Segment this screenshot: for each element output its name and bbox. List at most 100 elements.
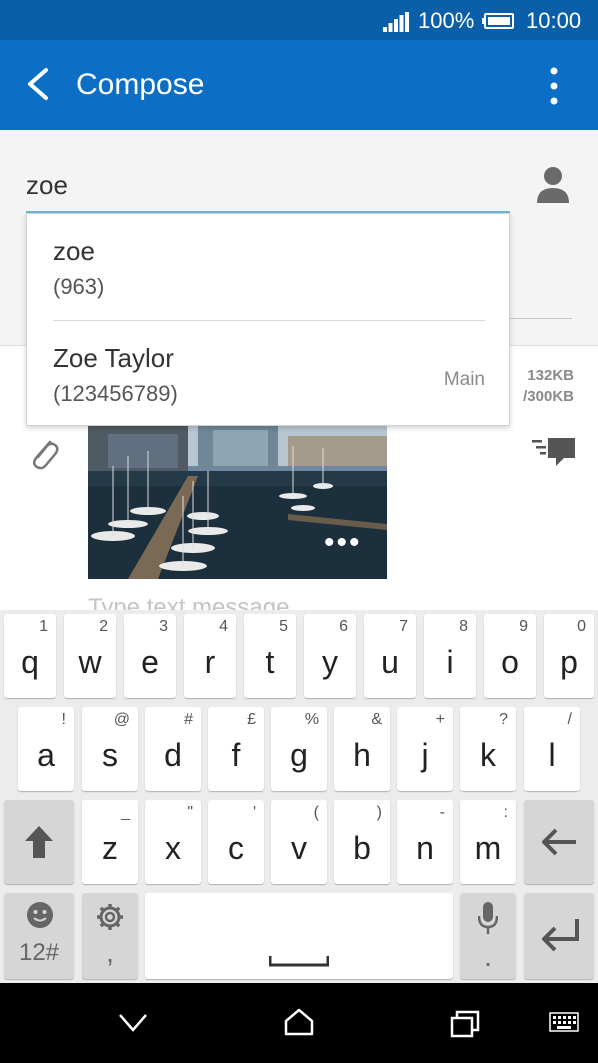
key-h[interactable]: & h bbox=[334, 707, 390, 791]
key-l[interactable]: / l bbox=[524, 707, 580, 791]
key-label: w bbox=[78, 644, 102, 680]
key-q[interactable]: 1q bbox=[4, 614, 56, 698]
shift-key[interactable] bbox=[4, 800, 74, 884]
clock: 10:00 bbox=[526, 8, 582, 33]
key-i[interactable]: 8i bbox=[424, 614, 476, 698]
key-hint: " bbox=[187, 804, 193, 821]
key-label: j bbox=[421, 737, 429, 773]
key-k[interactable]: ? k bbox=[460, 707, 516, 791]
subject-divider bbox=[510, 318, 572, 319]
symbols-key[interactable]: 12# bbox=[4, 893, 74, 979]
nav-back-icon[interactable] bbox=[118, 1013, 148, 1033]
status-bar: 100% 10:00 bbox=[0, 0, 598, 40]
key-hint: + bbox=[435, 711, 445, 728]
key-m[interactable]: :m bbox=[460, 800, 516, 884]
battery-icon bbox=[482, 13, 514, 29]
key-hint: _ bbox=[121, 804, 130, 821]
key-t[interactable]: 5t bbox=[244, 614, 296, 698]
settings-comma-key[interactable]: , bbox=[82, 893, 138, 979]
key-g[interactable]: % g bbox=[271, 707, 327, 791]
key-label: f bbox=[231, 737, 241, 773]
suggestion-item[interactable]: zoe (963) bbox=[27, 214, 511, 320]
key-label: k bbox=[480, 737, 496, 773]
key-hint: : bbox=[503, 804, 508, 821]
period-label: . bbox=[484, 941, 492, 972]
key-hint: & bbox=[371, 711, 382, 728]
key-hint: @ bbox=[113, 711, 130, 728]
nav-home-icon[interactable] bbox=[284, 1008, 314, 1036]
size-used: 132KB bbox=[527, 367, 574, 384]
key-v[interactable]: (v bbox=[271, 800, 327, 884]
key-a[interactable]: ! a bbox=[18, 707, 74, 791]
key-label: b bbox=[353, 830, 371, 866]
paperclip-icon[interactable] bbox=[28, 434, 60, 472]
suggestion-name: zoe bbox=[53, 236, 95, 266]
enter-key[interactable] bbox=[524, 893, 594, 979]
shift-arrow-icon bbox=[25, 826, 53, 858]
key-label: d bbox=[164, 737, 182, 773]
key-label: y bbox=[322, 644, 338, 680]
voice-period-key[interactable]: . bbox=[460, 893, 516, 979]
suggestion-number: (123456789) bbox=[53, 381, 178, 406]
key-label: n bbox=[416, 830, 434, 866]
key-hint: / bbox=[567, 711, 572, 728]
key-r[interactable]: 4r bbox=[184, 614, 236, 698]
size-limit: /300KB bbox=[523, 388, 574, 405]
key-hint: 0 bbox=[577, 618, 586, 635]
app-bar: Compose bbox=[0, 40, 598, 130]
key-hint: 2 bbox=[99, 618, 108, 635]
key-hint: 9 bbox=[519, 618, 528, 635]
key-hint: ( bbox=[313, 804, 319, 821]
message-size-counter: 132KB /300KB bbox=[516, 365, 574, 407]
key-label: r bbox=[204, 644, 216, 680]
more-vert-icon[interactable] bbox=[544, 66, 564, 106]
attached-photo[interactable]: ••• bbox=[88, 426, 387, 579]
key-s[interactable]: @ s bbox=[82, 707, 138, 791]
keyboard: 1q 2w 3e 4r 5t 6y 7u 8i 9o 0p ! a @ s # d £… bbox=[0, 610, 598, 983]
key-label: z bbox=[102, 830, 118, 866]
message-type-icon[interactable] bbox=[532, 436, 576, 468]
nav-recents-icon[interactable] bbox=[450, 1010, 480, 1038]
suggestion-item[interactable]: Zoe Taylor (123456789) Main bbox=[27, 321, 511, 427]
key-label: m bbox=[474, 830, 502, 866]
key-o[interactable]: 9o bbox=[484, 614, 536, 698]
key-label: g bbox=[290, 737, 308, 773]
contact-person-icon[interactable] bbox=[536, 166, 570, 204]
backspace-key[interactable] bbox=[524, 800, 594, 884]
space-bar-icon bbox=[269, 956, 329, 967]
key-d[interactable]: # d bbox=[145, 707, 201, 791]
key-j[interactable]: + j bbox=[397, 707, 453, 791]
key-hint: 7 bbox=[399, 618, 408, 635]
key-e[interactable]: 3e bbox=[124, 614, 176, 698]
key-n[interactable]: -n bbox=[397, 800, 453, 884]
attachment-more-icon[interactable]: ••• bbox=[324, 528, 362, 558]
key-label: t bbox=[265, 644, 275, 680]
back-arrow-icon[interactable] bbox=[24, 66, 52, 102]
key-label: o bbox=[501, 644, 519, 680]
key-c[interactable]: ' c bbox=[208, 800, 264, 884]
key-w[interactable]: 2w bbox=[64, 614, 116, 698]
signal-icon bbox=[383, 12, 409, 32]
key-p[interactable]: 0p bbox=[544, 614, 594, 698]
keyboard-icon[interactable] bbox=[549, 1012, 579, 1032]
symbols-label: 12# bbox=[18, 939, 60, 966]
suggestion-type: Main bbox=[443, 369, 485, 390]
microphone-icon bbox=[478, 902, 498, 934]
key-u[interactable]: 7u bbox=[364, 614, 416, 698]
key-f[interactable]: £ f bbox=[208, 707, 264, 791]
key-hint: 4 bbox=[219, 618, 228, 635]
key-label: a bbox=[37, 737, 55, 773]
key-label: c bbox=[228, 830, 244, 866]
key-label: u bbox=[381, 644, 399, 680]
backspace-icon bbox=[542, 828, 576, 856]
key-z[interactable]: _ z bbox=[82, 800, 138, 884]
key-label: p bbox=[560, 644, 578, 680]
key-hint: 8 bbox=[459, 618, 468, 635]
recipient-input[interactable]: zoe bbox=[26, 170, 68, 201]
key-label: x bbox=[165, 830, 181, 866]
key-label: h bbox=[353, 737, 371, 773]
key-b[interactable]: ) b bbox=[334, 800, 390, 884]
key-x[interactable]: " x bbox=[145, 800, 201, 884]
space-key[interactable] bbox=[145, 893, 453, 979]
key-y[interactable]: 6y bbox=[304, 614, 356, 698]
